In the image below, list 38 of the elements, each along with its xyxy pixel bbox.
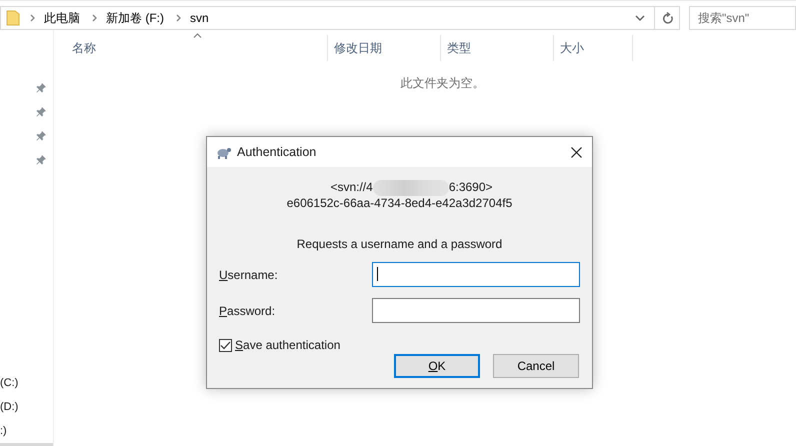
- pin-icon[interactable]: [36, 155, 46, 165]
- empty-folder-message: 此文件夹为空。: [400, 75, 486, 92]
- breadcrumb[interactable]: 新加卷 (F:): [106, 10, 164, 26]
- chevron-icon: [30, 14, 35, 22]
- pin-icon[interactable]: [36, 107, 46, 117]
- pin-icon[interactable]: [36, 83, 46, 93]
- server-url-port: 6:3690>: [448, 180, 493, 196]
- column-header[interactable]: 类型: [440, 35, 553, 61]
- chevron-icon: [176, 14, 181, 22]
- drive-item[interactable]: (C:): [0, 371, 53, 395]
- column-header[interactable]: 名称: [54, 35, 327, 61]
- address-bar[interactable]: 此电脑 新加卷 (F:) svn: [0, 6, 680, 30]
- breadcrumb[interactable]: 此电脑: [44, 10, 80, 26]
- dropdown-caret-icon[interactable]: [635, 14, 645, 22]
- column-header[interactable]: 修改日期: [327, 35, 440, 61]
- drive-item[interactable]: :): [0, 419, 53, 443]
- column-header[interactable]: 大小: [553, 35, 633, 61]
- chevron-icon: [92, 14, 97, 22]
- ok-button[interactable]: OK: [394, 354, 480, 378]
- checkbox-label[interactable]: Save authentication: [235, 338, 340, 352]
- field-label: Username:: [219, 268, 279, 282]
- search-field[interactable]: 搜索"svn": [689, 6, 796, 30]
- pin-icon[interactable]: [36, 131, 46, 141]
- dialog-title: Authentication: [237, 145, 316, 159]
- server-url: <svn://4: [330, 180, 373, 196]
- turtle-icon: [216, 146, 232, 158]
- close-icon[interactable]: [571, 146, 582, 158]
- field-label: Password:: [219, 304, 276, 318]
- drive-item[interactable]: (D:): [0, 395, 53, 419]
- input-field[interactable]: [372, 298, 580, 323]
- folder-icon: [6, 10, 20, 26]
- prompt-text: Requests a username and a password: [296, 237, 502, 251]
- realm-id: e606152c-66aa-4734-8ed4-e42a3d2704f5: [286, 196, 512, 210]
- breadcrumb[interactable]: svn: [190, 11, 209, 25]
- cancel-button[interactable]: Cancel: [493, 354, 579, 378]
- checkbox[interactable]: [219, 338, 232, 352]
- refresh-icon[interactable]: [662, 12, 674, 24]
- input-field[interactable]: [372, 262, 580, 287]
